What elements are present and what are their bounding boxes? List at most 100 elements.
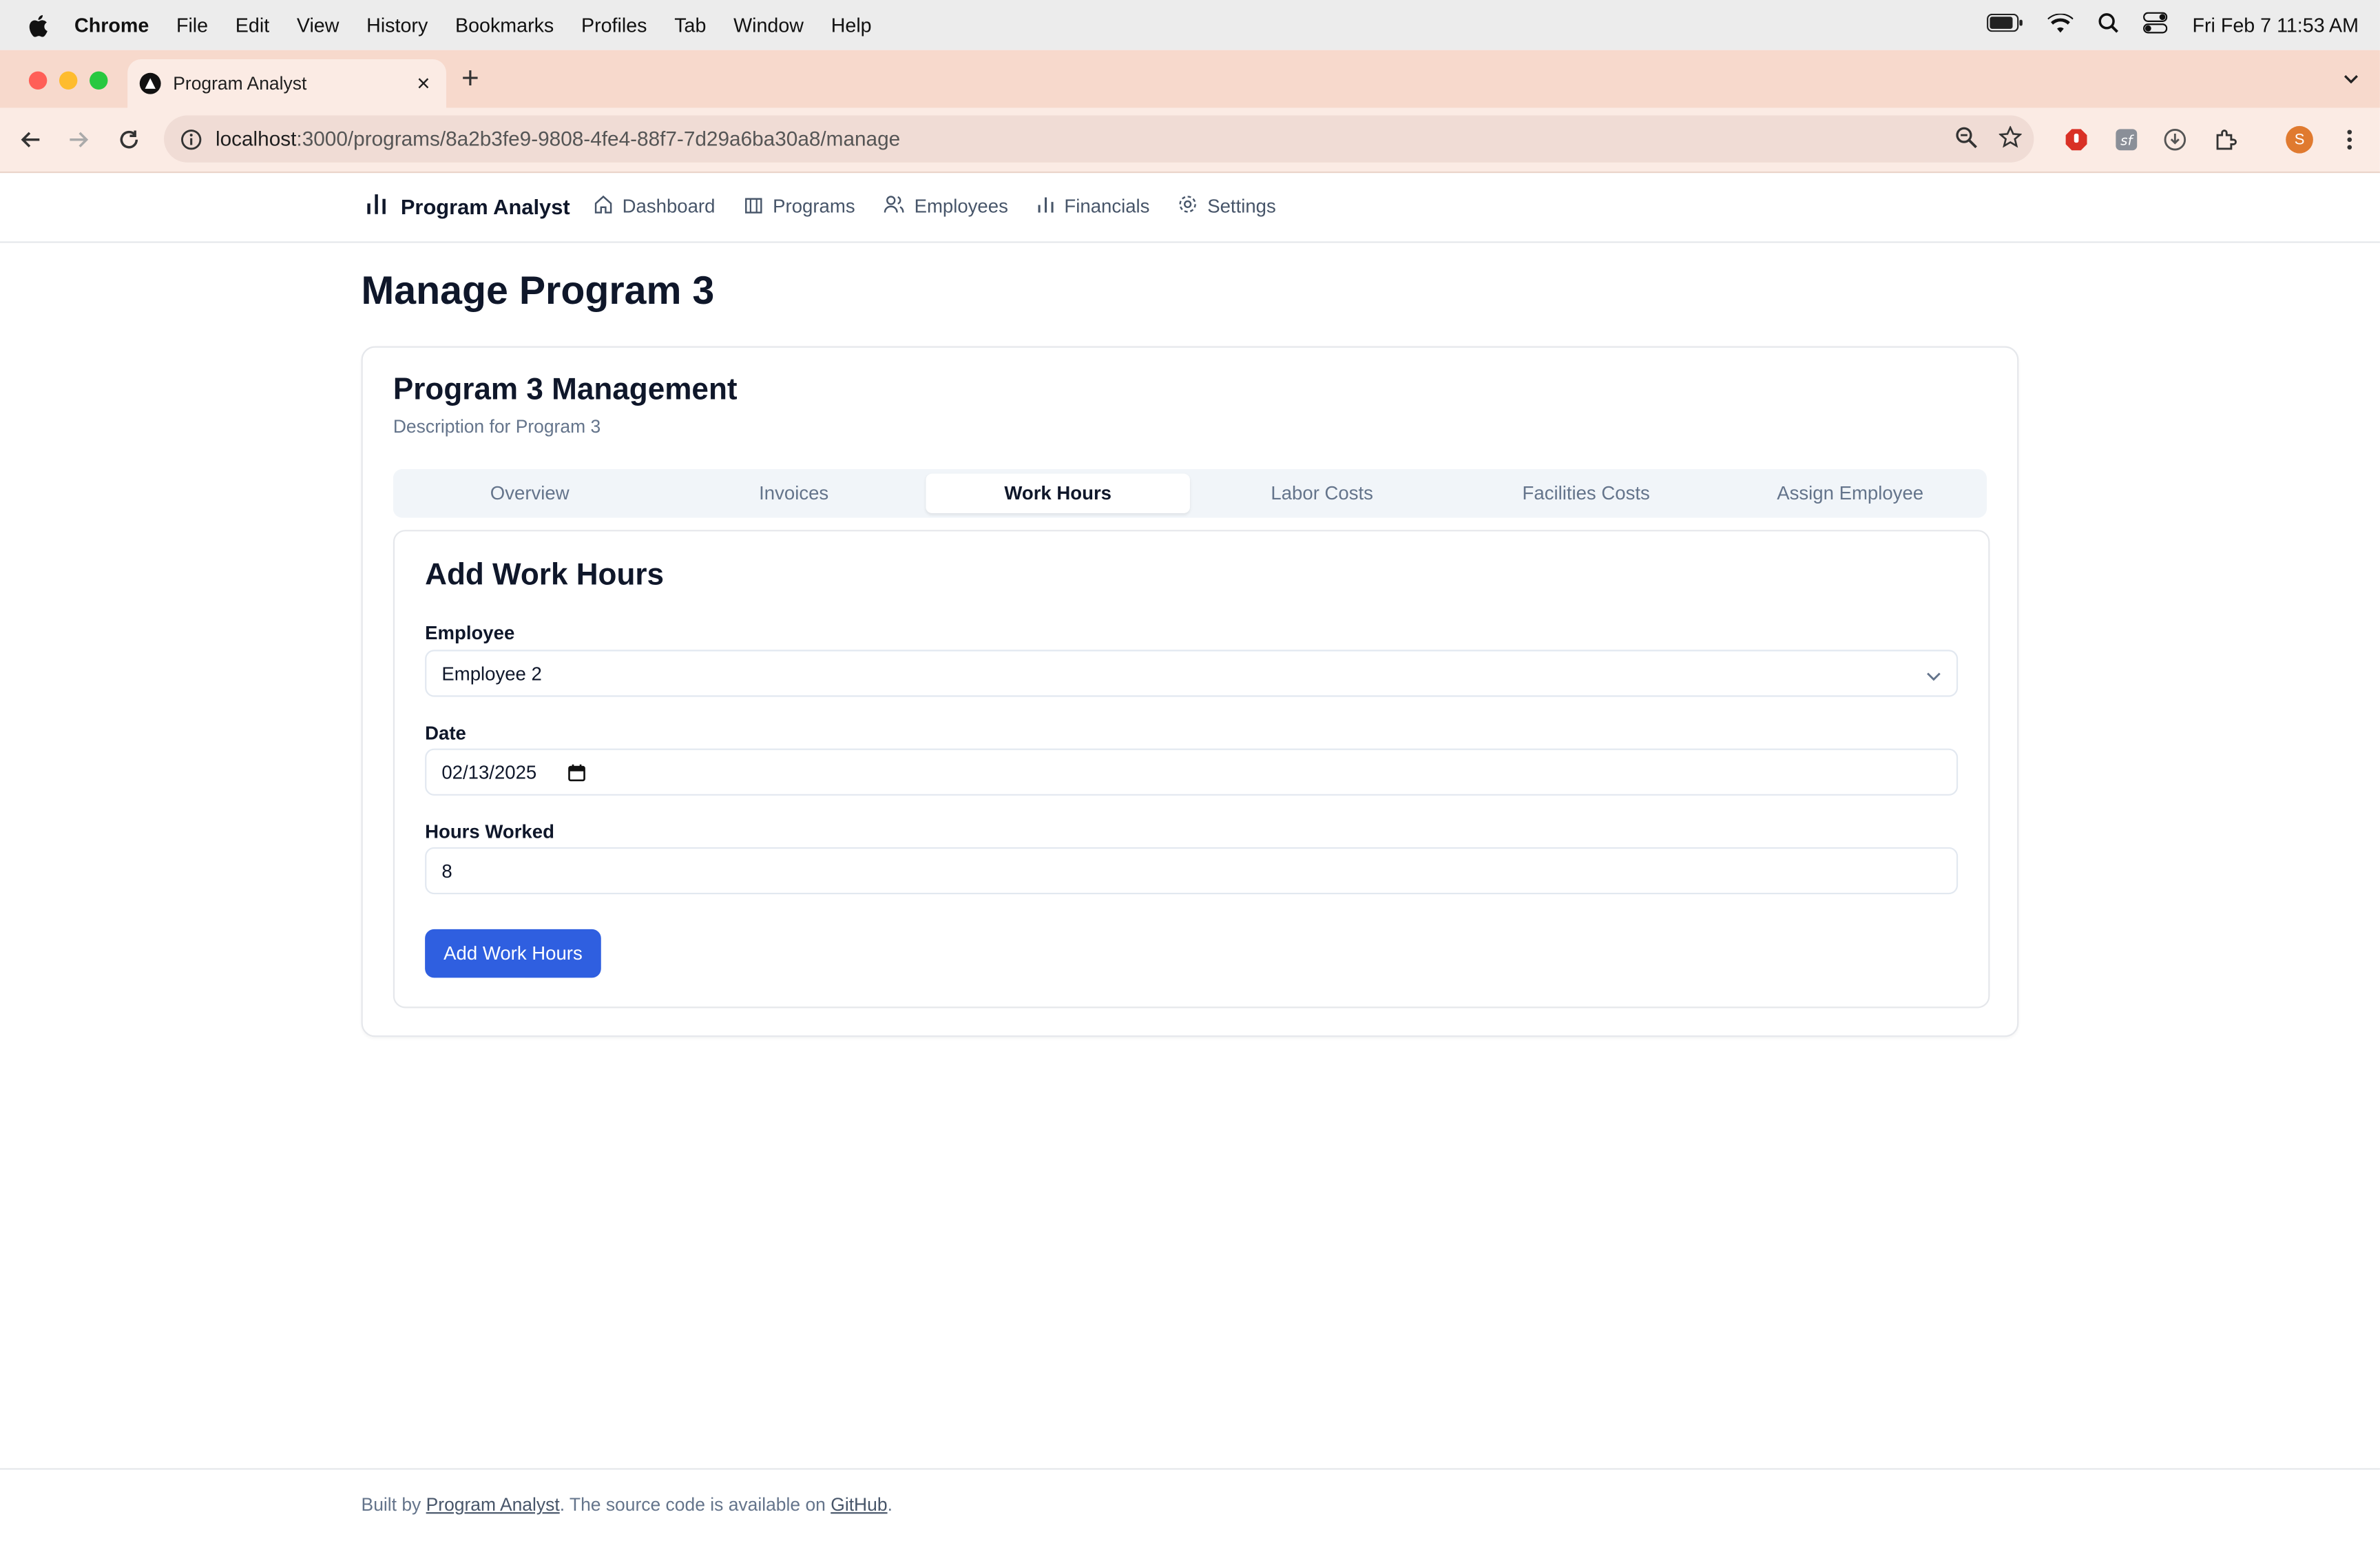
tab-work-hours[interactable]: Work Hours [926, 473, 1190, 513]
bar-chart-icon [1037, 194, 1055, 218]
extension-s-icon[interactable]: sf [2111, 125, 2142, 155]
users-icon [884, 194, 905, 218]
menu-bookmarks[interactable]: Bookmarks [455, 14, 554, 37]
nav-financials[interactable]: Financials [1037, 194, 1150, 218]
chevron-down-icon [1926, 665, 1941, 686]
close-tab-icon[interactable]: × [407, 70, 440, 96]
brand-name: Program Analyst [400, 194, 570, 218]
adblock-extension-icon[interactable] [2061, 125, 2091, 155]
url-host: localhost [215, 127, 297, 151]
footer-prefix: Built by [361, 1493, 426, 1516]
minimize-window-button[interactable] [59, 71, 78, 90]
footer-middle: . The source code is available on [559, 1493, 831, 1516]
nav-employees[interactable]: Employees [884, 194, 1008, 218]
footer-github-link[interactable]: GitHub [831, 1494, 887, 1516]
spotlight-search-icon[interactable] [2098, 12, 2120, 38]
tab-title: Program Analyst [173, 72, 307, 94]
profile-initial: S [2286, 125, 2313, 154]
menu-view[interactable]: View [297, 14, 340, 37]
favicon-icon [139, 72, 161, 94]
bar-chart-logo-icon [364, 192, 388, 220]
nav-financials-label: Financials [1064, 196, 1150, 218]
hours-worked-input[interactable]: 8 [425, 847, 1959, 895]
program-tabs: Overview Invoices Work Hours Labor Costs… [393, 469, 1987, 518]
reload-icon[interactable] [114, 125, 144, 155]
url-text[interactable]: localhost:3000/programs/8a2b3fe9-9808-4f… [216, 127, 900, 150]
macos-menubar: Chrome File Edit View History Bookmarks … [0, 0, 2380, 50]
apple-icon[interactable] [28, 13, 49, 37]
menu-profiles[interactable]: Profiles [581, 14, 647, 37]
gear-icon [1178, 194, 1198, 218]
nav-dashboard[interactable]: Dashboard [594, 194, 716, 218]
tab-search-chevron-icon[interactable] [2335, 62, 2368, 95]
card-title: Program 3 Management [393, 373, 738, 407]
tab-labor-costs[interactable]: Labor Costs [1190, 474, 1454, 513]
date-input[interactable]: 02/13/2025 [425, 748, 1959, 796]
add-work-hours-card: Add Work Hours Employee Employee 2 Date … [393, 530, 1990, 1009]
nav-programs[interactable]: Programs [744, 194, 855, 218]
nav-dashboard-label: Dashboard [622, 196, 716, 218]
extensions-puzzle-icon[interactable] [2211, 125, 2242, 155]
app-navbar: Program Analyst Dashboard Programs Emplo… [0, 173, 2380, 243]
page-footer: Built by Program Analyst. The source cod… [0, 1468, 2380, 1541]
main-nav: Dashboard Programs Employees Financials … [594, 194, 1305, 218]
tab-overview[interactable]: Overview [397, 474, 661, 513]
menu-tab[interactable]: Tab [674, 14, 706, 37]
new-tab-icon[interactable]: + [461, 64, 479, 94]
date-label: Date [425, 723, 466, 744]
page-title: Manage Program 3 [361, 267, 715, 313]
bookmark-star-icon[interactable] [1998, 125, 2023, 154]
zoom-icon[interactable] [1955, 126, 1978, 154]
card-description: Description for Program 3 [393, 415, 601, 437]
form-title: Add Work Hours [425, 559, 665, 592]
hours-worked-label: Hours Worked [425, 821, 554, 843]
tab-invoices[interactable]: Invoices [662, 474, 926, 513]
chrome-menu-icon[interactable] [2335, 125, 2365, 155]
menu-window[interactable]: Window [733, 14, 804, 37]
svg-text:sf: sf [2120, 132, 2134, 148]
menu-history[interactable]: History [366, 14, 428, 37]
close-window-button[interactable] [28, 71, 48, 90]
browser-tab-active[interactable]: Program Analyst × [127, 59, 446, 108]
tab-facilities-costs[interactable]: Facilities Costs [1454, 474, 1718, 513]
browser-tabstrip: Program Analyst × + [0, 50, 2380, 108]
nav-settings[interactable]: Settings [1178, 194, 1276, 218]
program-management-card: Program 3 Management Description for Pro… [361, 346, 2019, 1037]
control-center-icon[interactable] [2143, 12, 2169, 38]
browser-toolbar: localhost:3000/programs/8a2b3fe9-9808-4f… [0, 107, 2380, 174]
footer-suffix: . [887, 1493, 892, 1516]
employee-select-value: Employee 2 [441, 663, 542, 684]
menubar-clock[interactable]: Fri Feb 7 11:53 AM [2192, 14, 2359, 37]
menu-chrome[interactable]: Chrome [74, 14, 149, 37]
profile-avatar[interactable]: S [2284, 125, 2315, 155]
home-icon [594, 194, 614, 218]
menu-file[interactable]: File [176, 14, 208, 37]
download-extension-icon[interactable] [2160, 125, 2190, 155]
zoom-window-button[interactable] [90, 71, 108, 90]
employee-select[interactable]: Employee 2 [425, 650, 1959, 697]
url-path: :3000/programs/8a2b3fe9-9808-4fe4-88f7-7… [296, 127, 901, 151]
add-work-hours-button[interactable]: Add Work Hours [425, 929, 601, 978]
back-icon[interactable] [15, 125, 45, 155]
web-page: Program Analyst Dashboard Programs Emplo… [0, 173, 2380, 1540]
footer-text: Built by Program Analyst. The source cod… [362, 1494, 892, 1516]
employee-label: Employee [425, 622, 515, 644]
tab-assign-employee[interactable]: Assign Employee [1718, 474, 1982, 513]
forward-icon[interactable] [64, 125, 94, 155]
battery-icon[interactable] [1987, 13, 2024, 37]
nav-employees-label: Employees [914, 196, 1008, 218]
menu-help[interactable]: Help [831, 14, 872, 37]
nav-settings-label: Settings [1207, 196, 1276, 218]
hours-worked-value: 8 [441, 860, 452, 882]
address-bar[interactable]: localhost:3000/programs/8a2b3fe9-9808-4f… [164, 115, 2034, 163]
building-icon [744, 194, 764, 218]
nav-programs-label: Programs [773, 196, 855, 218]
calendar-icon[interactable] [567, 763, 585, 781]
wifi-icon[interactable] [2048, 12, 2074, 37]
date-input-value: 02/13/2025 [441, 761, 537, 783]
footer-brand-link[interactable]: Program Analyst [426, 1494, 560, 1516]
site-info-icon[interactable] [179, 127, 203, 151]
window-controls [28, 71, 108, 90]
brand-link[interactable]: Program Analyst [364, 192, 570, 220]
menu-edit[interactable]: Edit [236, 14, 269, 37]
